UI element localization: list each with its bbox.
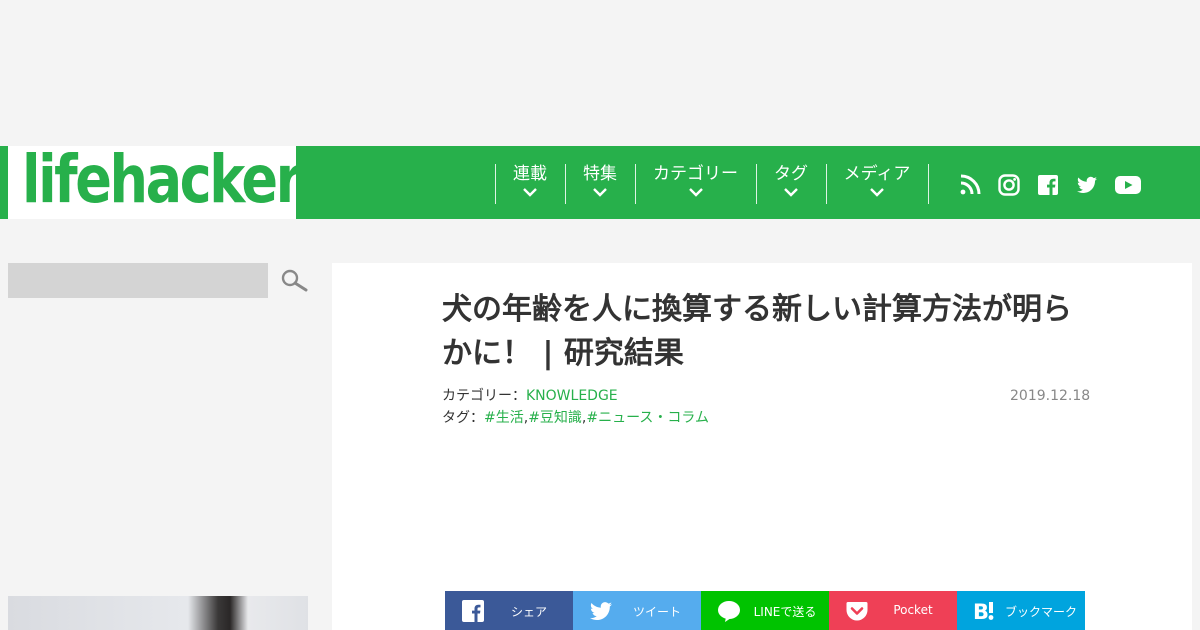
article-title: 犬の年齢を人に換算する新しい計算方法が明らかに！ | 研究結果	[442, 292, 1072, 371]
category-link[interactable]: KNOWLEDGE	[526, 388, 618, 404]
share-hatena-button[interactable]: B ブックマーク	[957, 591, 1085, 630]
nav-item-label: メディア	[843, 164, 911, 184]
share-label: シェア	[510, 605, 547, 619]
pocket-icon	[846, 602, 868, 621]
svg-text:B: B	[973, 600, 989, 623]
rss-icon[interactable]	[958, 173, 982, 197]
sidebar-article-image[interactable]	[8, 596, 308, 630]
article-category: カテゴリー：KNOWLEDGE	[442, 385, 618, 405]
line-icon	[718, 601, 740, 622]
instagram-icon[interactable]	[997, 173, 1021, 197]
share-label: ブックマーク	[1005, 605, 1078, 619]
nav-item-serial[interactable]: 連載	[495, 164, 565, 204]
share-pocket-button[interactable]: Pocket	[829, 591, 957, 630]
twitter-icon[interactable]	[1075, 173, 1099, 197]
nav-item-label: カテゴリー	[653, 164, 738, 184]
share-label: LINEで送る	[753, 605, 817, 619]
nav-item-media[interactable]: メディア	[826, 164, 928, 204]
category-label: カテゴリー：	[442, 388, 526, 404]
article-date: 2019.12.18	[1010, 388, 1091, 404]
nav-item-label: タグ	[774, 164, 808, 184]
twitter-icon	[590, 602, 612, 621]
article-card: 犬の年齢を人に換算する新しい計算方法が明らかに！ | 研究結果 カテゴリー：KN…	[332, 263, 1192, 630]
main-nav: 連載 特集 カテゴリー タグ メディア	[296, 146, 1200, 219]
tag-link[interactable]: #ニュース・コラム	[586, 410, 709, 426]
chevron-down-icon	[870, 188, 884, 197]
share-label: ツイート	[632, 605, 681, 619]
share-line-button[interactable]: LINEで送る	[701, 591, 829, 630]
site-logo[interactable]: lifehacker	[0, 141, 302, 219]
chevron-down-icon	[593, 188, 607, 197]
chevron-down-icon	[784, 188, 798, 197]
nav-item-tags[interactable]: タグ	[756, 164, 826, 204]
nav-item-label: 特集	[583, 164, 617, 184]
tag-link[interactable]: #豆知識	[528, 410, 582, 426]
share-label: Pocket	[893, 603, 933, 617]
nav-item-label: 連載	[513, 164, 547, 184]
logo-text: lifehacker	[22, 141, 302, 218]
youtube-icon[interactable]	[1114, 173, 1142, 197]
nav-item-category[interactable]: カテゴリー	[635, 164, 756, 204]
hatena-icon: B	[973, 600, 994, 623]
search-input[interactable]	[8, 263, 268, 298]
article-tags: タグ：#生活,#豆知識,#ニュース・コラム	[442, 410, 709, 426]
share-twitter-button[interactable]: ツイート	[573, 591, 701, 630]
chevron-down-icon	[523, 188, 537, 197]
nav-item-features[interactable]: 特集	[565, 164, 635, 204]
chevron-down-icon	[688, 188, 703, 197]
facebook-icon	[462, 600, 484, 622]
logo-accent-bar	[0, 146, 8, 219]
tags-label: タグ：	[442, 410, 484, 426]
facebook-icon[interactable]	[1036, 173, 1060, 197]
search-icon[interactable]	[280, 268, 308, 294]
share-facebook-button[interactable]: シェア	[445, 591, 573, 630]
nav-separator	[928, 164, 929, 204]
tag-link[interactable]: #生活	[484, 410, 524, 426]
